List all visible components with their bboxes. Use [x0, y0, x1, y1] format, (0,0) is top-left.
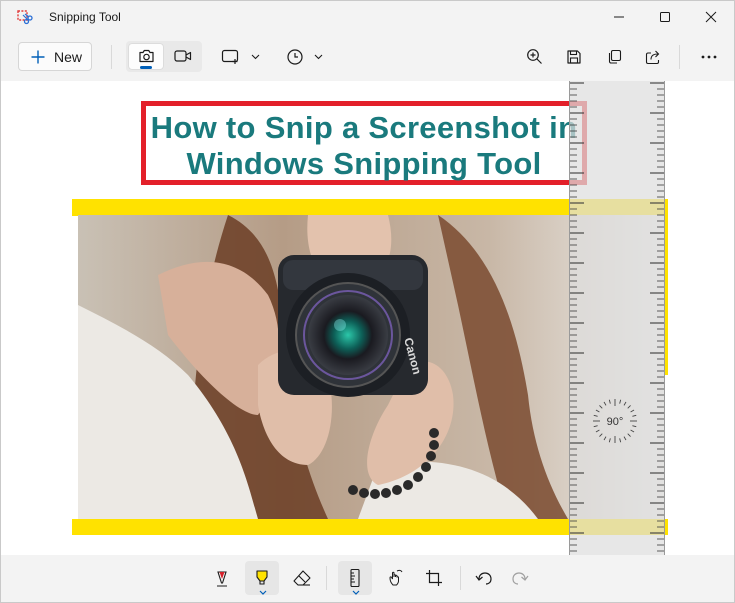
ruler-ticks [570, 82, 664, 552]
share-button[interactable] [637, 41, 669, 72]
protractor-tick [630, 409, 635, 413]
protractor-tick [599, 405, 603, 409]
minimize-icon [614, 16, 624, 18]
snip-title-line2: Windows Snipping Tool [186, 146, 542, 181]
toolbar-divider [326, 566, 327, 590]
snip-title: How to Snip a Screenshot in Windows Snip… [146, 110, 582, 182]
protractor-tick [608, 438, 611, 443]
copy-button[interactable] [598, 41, 630, 72]
selected-indicator [140, 66, 152, 69]
protractor-tick [627, 405, 631, 409]
protractor-tick [595, 429, 600, 433]
protractor-tick [608, 399, 611, 404]
ballpoint-pen-icon [217, 571, 227, 587]
highlighter-button[interactable] [245, 561, 279, 595]
save-icon [567, 49, 581, 64]
snip-canvas[interactable]: How to Snip a Screenshot in Windows Snip… [1, 81, 734, 555]
rectangle-snip-icon [221, 49, 238, 64]
zoom-in-icon [526, 49, 542, 64]
video-mode-button[interactable] [166, 43, 200, 70]
protractor-tick [632, 414, 637, 417]
ruler-overlay[interactable] [569, 81, 665, 555]
chevron-down-icon [352, 590, 360, 595]
undo-button[interactable] [467, 561, 501, 595]
protractor-tick [603, 436, 607, 441]
crop-icon [426, 570, 442, 586]
close-icon [705, 11, 717, 23]
snip-title-line1: How to Snip a Screenshot in [150, 110, 578, 145]
protractor-tick [623, 436, 627, 441]
redo-button[interactable] [503, 561, 537, 595]
save-button[interactable] [558, 41, 590, 72]
timer-icon [286, 48, 303, 65]
protractor-tick [595, 409, 600, 413]
capture-mode-toggle [126, 41, 202, 72]
protractor-tick [630, 429, 635, 433]
screenshot-mode-button[interactable] [128, 43, 164, 70]
minimize-button[interactable] [596, 1, 642, 33]
zoom-button[interactable] [518, 41, 550, 72]
protractor-tick [593, 414, 598, 417]
ruler-button[interactable] [338, 561, 372, 595]
crop-button[interactable] [417, 561, 451, 595]
snipping-tool-app-icon [17, 10, 33, 26]
ballpoint-pen-button[interactable] [205, 561, 239, 595]
protractor-tick [599, 433, 603, 437]
toolbar-divider [111, 45, 112, 69]
protractor-tick [619, 438, 622, 443]
title-bar: Snipping Tool [1, 1, 734, 33]
chevron-down-icon [314, 54, 322, 59]
new-snip-button[interactable]: New [18, 42, 92, 71]
timer-dropdown[interactable] [279, 41, 329, 72]
protractor-tick [593, 425, 598, 428]
touch-writing-button[interactable] [378, 561, 412, 595]
protractor-tick [623, 401, 627, 406]
eraser-button[interactable] [285, 561, 319, 595]
camera-icon [139, 49, 154, 63]
new-snip-label: New [54, 49, 83, 65]
protractor-tick [627, 433, 631, 437]
copy-icon [608, 49, 621, 64]
protractor-tick [603, 401, 607, 406]
toolbar-divider [679, 45, 680, 69]
ruler-icon [350, 568, 360, 588]
maximize-icon [660, 12, 670, 22]
plus-icon [31, 50, 45, 64]
snip-shape-dropdown[interactable] [215, 41, 265, 72]
ruler-angle-indicator: 90° [591, 397, 639, 445]
close-button[interactable] [688, 1, 734, 33]
chevron-down-icon [259, 590, 267, 595]
eraser-icon [293, 570, 311, 586]
protractor-tick [619, 399, 622, 404]
more-icon [701, 55, 717, 58]
toolbar-divider [460, 566, 461, 590]
redo-icon [512, 572, 529, 585]
snipping-tool-window: Snipping Tool New How to Snip a Screensh… [0, 0, 735, 603]
window-title: Snipping Tool [49, 10, 121, 24]
protractor-tick [632, 425, 637, 428]
touch-writing-icon [389, 569, 403, 586]
markup-toolbar [1, 555, 734, 602]
see-more-button[interactable] [693, 41, 725, 72]
maximize-button[interactable] [642, 1, 688, 33]
undo-icon [475, 572, 492, 585]
share-icon [645, 50, 659, 64]
video-camera-icon [174, 50, 192, 62]
title-highlight-box: How to Snip a Screenshot in Windows Snip… [141, 101, 587, 185]
ruler-angle-label: 90° [607, 416, 624, 428]
toolbar: New [1, 33, 734, 81]
chevron-down-icon [251, 54, 259, 59]
highlighter-icon [256, 570, 268, 585]
